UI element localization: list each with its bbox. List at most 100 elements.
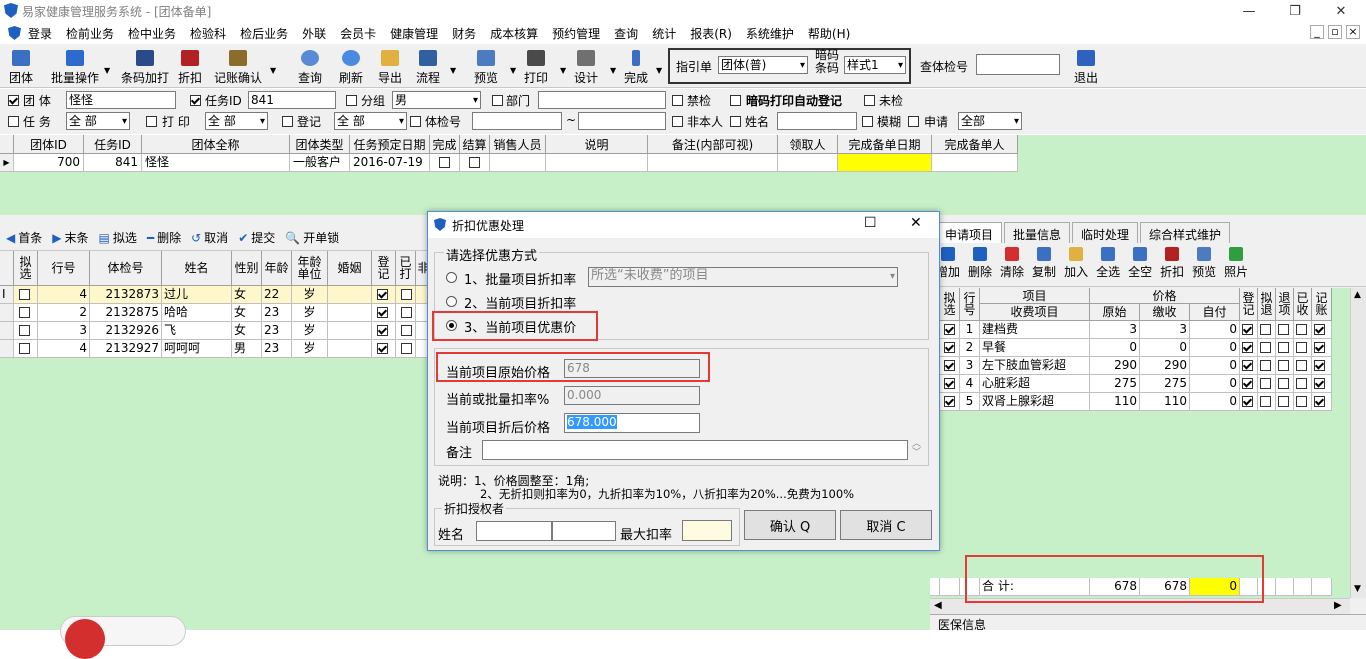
column-header[interactable]: 团体类型 (290, 135, 350, 154)
row-checkbox[interactable] (401, 343, 412, 354)
column-header[interactable]: 已打 (396, 251, 416, 286)
table-cell[interactable] (14, 322, 38, 340)
chevron-down-icon[interactable]: ▼ (510, 66, 516, 75)
table-cell[interactable] (940, 357, 960, 375)
row-checkbox[interactable] (1296, 324, 1307, 335)
menu-item[interactable]: 健康管理 (383, 25, 445, 42)
complete-button[interactable]: 完成 (622, 46, 650, 86)
table-cell[interactable]: 2132926 (90, 322, 162, 340)
task-id-input[interactable]: 841 (248, 91, 336, 109)
after-price-input[interactable]: 678.000 (564, 413, 700, 433)
auth-pass-input[interactable] (552, 521, 616, 541)
mdi-close-button[interactable]: × (1346, 25, 1360, 39)
table-cell[interactable]: 心脏彩超 (980, 375, 1090, 393)
confirm-button[interactable]: 确认 Q (744, 510, 836, 540)
dept-input[interactable] (538, 91, 666, 109)
table-cell[interactable]: 2132873 (90, 286, 162, 304)
right-grid-vscroll[interactable]: ▲ ▼ (1350, 288, 1366, 598)
group-checkbox[interactable] (346, 95, 357, 106)
row-checkbox[interactable] (1278, 360, 1289, 371)
table-cell[interactable]: 0 (1190, 375, 1240, 393)
table-cell[interactable]: 0 (1190, 393, 1240, 411)
menu-item[interactable]: 外联 (295, 25, 333, 42)
dept-checkbox[interactable] (492, 95, 503, 106)
column-header[interactable]: 结算 (460, 135, 490, 154)
table-cell[interactable]: 岁 (292, 286, 328, 304)
table-cell[interactable] (328, 286, 372, 304)
menu-item[interactable]: 财务 (445, 25, 483, 42)
table-cell[interactable] (1258, 375, 1276, 393)
table-cell[interactable] (396, 304, 416, 322)
right-toolbar-button[interactable]: 复制 (1032, 247, 1056, 280)
table-cell[interactable] (1276, 393, 1294, 411)
left-toolbar-button[interactable]: ▶ 末条 (52, 229, 92, 246)
chevron-down-icon[interactable]: ▼ (656, 66, 662, 75)
column-header[interactable]: 年龄单位 (292, 251, 328, 286)
column-header[interactable]: 性别 (232, 251, 262, 286)
mdi-minimize-button[interactable]: _ (1310, 25, 1324, 39)
mdi-restore-button[interactable]: ▫ (1328, 25, 1342, 39)
row-checkbox[interactable] (1278, 324, 1289, 335)
column-header[interactable]: 拟选 (940, 288, 960, 321)
table-cell[interactable] (1276, 339, 1294, 357)
table-cell[interactable] (396, 340, 416, 358)
row-checkbox[interactable] (377, 325, 388, 336)
table-cell[interactable]: 22 (262, 286, 292, 304)
table-cell[interactable]: 左下肢血管彩超 (980, 357, 1090, 375)
row-checkbox[interactable] (1314, 396, 1325, 407)
chevron-down-icon[interactable]: ▼ (450, 66, 456, 75)
note-input[interactable] (482, 440, 908, 460)
menu-item[interactable]: 检前业务 (59, 25, 121, 42)
chevron-down-icon[interactable]: ▼ (270, 66, 276, 75)
table-cell[interactable] (1276, 321, 1294, 339)
table-cell[interactable] (372, 340, 396, 358)
table-cell[interactable]: 岁 (292, 304, 328, 322)
chevron-down-icon[interactable]: ▼ (610, 66, 616, 75)
table-cell[interactable] (372, 304, 396, 322)
table-cell[interactable] (1258, 321, 1276, 339)
team-checkbox[interactable] (8, 95, 19, 106)
menu-item[interactable]: 检后业务 (233, 25, 295, 42)
menu-item[interactable]: 成本核算 (483, 25, 545, 42)
table-cell[interactable] (14, 304, 38, 322)
table-cell[interactable] (1294, 357, 1312, 375)
table-cell[interactable] (1240, 393, 1258, 411)
column-header[interactable]: 说明 (546, 135, 648, 154)
row-checkbox[interactable] (1242, 360, 1253, 371)
row-checkbox[interactable] (944, 396, 955, 407)
row-checkbox[interactable] (401, 307, 412, 318)
row-checkbox[interactable] (1314, 378, 1325, 389)
row-checkbox[interactable] (19, 289, 30, 300)
discount-button[interactable]: 折扣 (176, 46, 204, 86)
table-cell[interactable] (940, 393, 960, 411)
table-cell[interactable]: 841 (84, 154, 142, 172)
left-toolbar-button[interactable]: ✔ 提交 (238, 229, 279, 246)
menu-item[interactable]: 登录 (21, 25, 59, 42)
row-checkbox[interactable] (1296, 396, 1307, 407)
column-header[interactable]: 登记 (372, 251, 396, 286)
table-cell[interactable]: 2 (960, 339, 980, 357)
column-header[interactable]: 完成备单日期 (838, 135, 932, 154)
max-rate-input[interactable] (682, 520, 732, 541)
table-cell[interactable]: 5 (960, 393, 980, 411)
table-cell[interactable] (1258, 393, 1276, 411)
column-header[interactable]: 行号 (38, 251, 90, 286)
table-cell[interactable]: I (0, 286, 14, 304)
column-header[interactable] (0, 251, 14, 286)
row-checkbox[interactable] (1260, 324, 1271, 335)
column-header[interactable]: 姓名 (162, 251, 232, 286)
task-select[interactable]: 全 部 (66, 112, 130, 130)
chevron-down-icon[interactable]: ▼ (104, 66, 110, 75)
column-header[interactable]: 记账 (1312, 288, 1332, 321)
table-cell[interactable]: 275 (1140, 375, 1190, 393)
table-cell[interactable]: 男 (232, 340, 262, 358)
table-cell[interactable]: 0 (1190, 357, 1240, 375)
table-cell[interactable]: 岁 (292, 322, 328, 340)
table-cell[interactable] (940, 375, 960, 393)
cancel-button[interactable]: 取消 C (840, 510, 932, 540)
dialog-close-button[interactable]: ✕ (910, 215, 922, 231)
close-button[interactable]: ✕ (1318, 0, 1364, 22)
menu-item[interactable]: 会员卡 (333, 25, 383, 42)
refresh-button[interactable]: 刷新 (337, 46, 365, 86)
row-checkbox[interactable] (944, 324, 955, 335)
